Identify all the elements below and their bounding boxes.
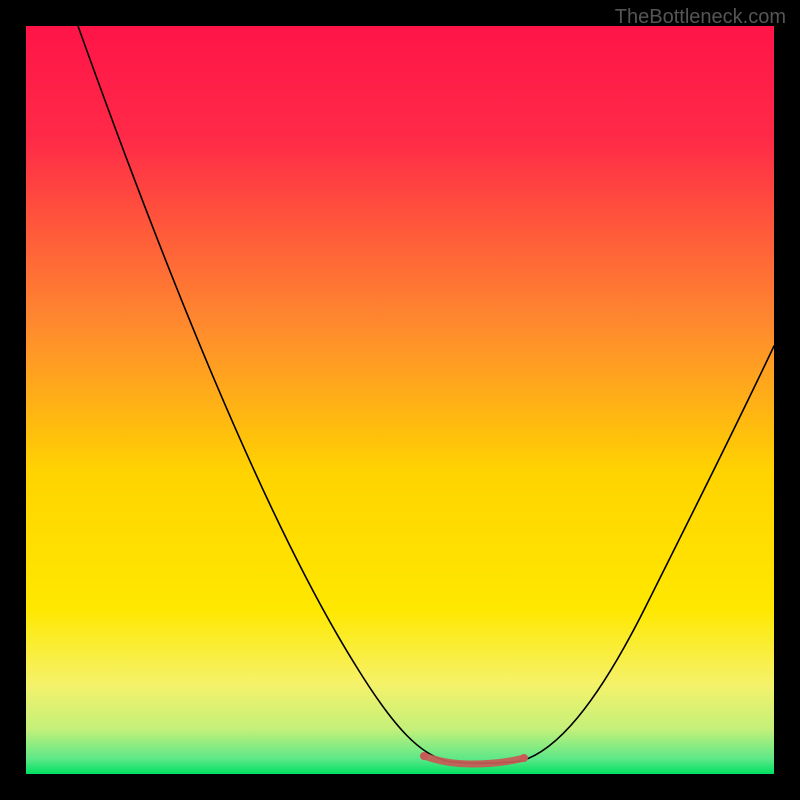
watermark-text: TheBottleneck.com <box>615 6 786 29</box>
optimal-start-dot <box>420 752 428 760</box>
plot-area <box>26 26 774 774</box>
chart-svg <box>26 26 774 774</box>
chart-frame: TheBottleneck.com <box>0 0 800 800</box>
optimal-end-dot <box>520 754 528 762</box>
gradient-background <box>26 26 774 774</box>
